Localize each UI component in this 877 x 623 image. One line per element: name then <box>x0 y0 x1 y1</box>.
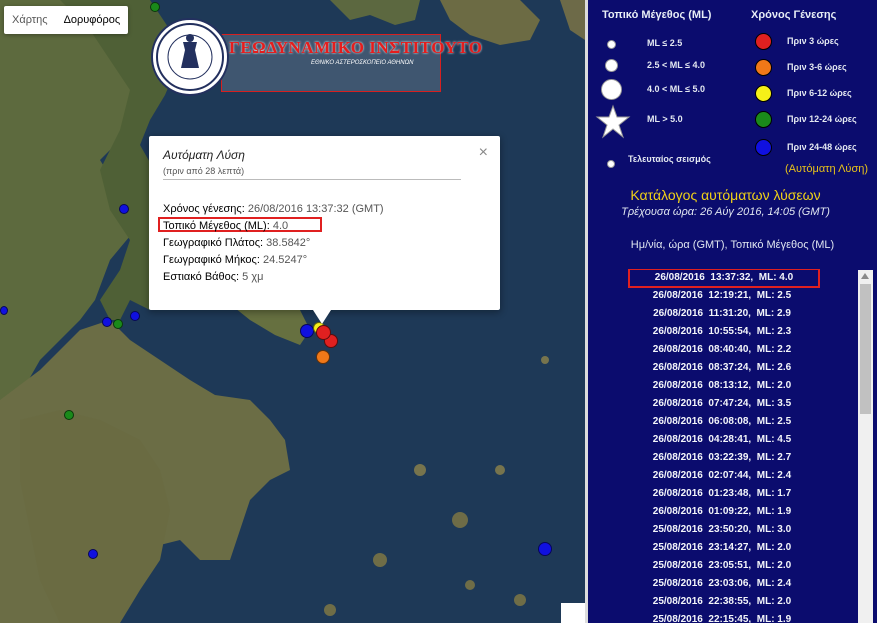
color-red-icon <box>755 33 772 50</box>
catalog-entry[interactable]: 26/08/2016 01:23:48, ML: 1.7 <box>588 485 856 503</box>
legend-time-label: Πριν 12-24 ώρες <box>787 114 857 124</box>
catalog-title: Κατάλογος αυτόματων λύσεων <box>630 187 821 203</box>
quake-marker[interactable] <box>119 204 129 214</box>
automatic-catalog: Κατάλογος αυτόματων λύσεων Τρέχουσα ώρα:… <box>588 182 877 623</box>
popup-row-magnitude: Τοπικό Μέγεθος (ML): 4.0 <box>163 220 289 232</box>
catalog-entry[interactable]: 26/08/2016 08:13:12, ML: 2.0 <box>588 377 856 395</box>
catalog-entry[interactable]: 26/08/2016 08:37:24, ML: 2.6 <box>588 359 856 377</box>
current-time: Τρέχουσα ώρα: 26 Αύγ 2016, 14:05 (GMT) <box>621 206 830 218</box>
map-type-satellite-button[interactable]: Δορυφόρος <box>56 6 129 34</box>
legend-size-title: Τοπικό Μέγεθος (ML) <box>602 9 712 21</box>
map-corner-control[interactable] <box>561 603 585 623</box>
popup-subtitle: (πριν από 28 λεπτά) <box>163 166 245 176</box>
observatory-seal-icon <box>151 18 229 96</box>
popup-row-longitude: Γεωγραφικό Μήκος: 24.5247° <box>163 254 308 266</box>
color-blue-icon <box>755 139 772 156</box>
quake-marker[interactable] <box>538 542 552 556</box>
latest-quake-icon <box>607 160 615 168</box>
catalog-entry[interactable]: 25/08/2016 23:50:20, ML: 3.0 <box>588 521 856 539</box>
legend-size-label: ML > 5.0 <box>647 114 683 124</box>
popup-divider <box>163 179 461 180</box>
popup-title: Αυτόματη Λύση <box>163 148 245 162</box>
automatic-solution-note: (Αυτόματη Λύση) <box>785 163 869 175</box>
catalog-entry[interactable]: 25/08/2016 22:38:55, ML: 2.0 <box>588 593 856 611</box>
color-orange-icon <box>755 59 772 76</box>
side-panel: Τοπικό Μέγεθος (ML) Χρόνος Γένεσης ML ≤ … <box>585 0 877 623</box>
catalog-entry[interactable]: 25/08/2016 23:05:51, ML: 2.0 <box>588 557 856 575</box>
quake-marker[interactable] <box>300 324 314 338</box>
legend-time-label: Πριν 24-48 ώρες <box>787 142 857 152</box>
legend-time-label: Πριν 6-12 ώρες <box>787 88 852 98</box>
popup-row-origin-time: Χρόνος γένεσης: 26/08/2016 13:37:32 (GMT… <box>163 203 384 215</box>
quake-marker[interactable] <box>113 319 123 329</box>
catalog-entry-selected[interactable]: 26/08/2016 13:37:32, ML: 4.0 <box>628 269 820 288</box>
catalog-entry[interactable]: 26/08/2016 12:19:21, ML: 2.5 <box>588 287 856 305</box>
logo-subtitle: ΕΘΝΙΚΟ ΑΣΤΕΡΟΣΚΟΠΕΙΟ ΑΘΗΝΩΝ <box>311 60 414 66</box>
catalog-entry[interactable]: 26/08/2016 04:28:41, ML: 4.5 <box>588 431 856 449</box>
map-view[interactable]: Χάρτης Δορυφόρος ΓΕΩΔΥΝΑΜΙΚΟ ΙΝΣΤΙΤΟΥΤΟ … <box>0 0 585 623</box>
scroll-up-icon[interactable] <box>861 273 869 279</box>
catalog-entry[interactable]: 26/08/2016 02:07:44, ML: 2.4 <box>588 467 856 485</box>
legend-size-label: 2.5 < ML ≤ 4.0 <box>647 60 706 70</box>
quake-marker[interactable] <box>130 311 140 321</box>
catalog-entry[interactable]: 25/08/2016 23:03:06, ML: 2.4 <box>588 575 856 593</box>
catalog-entry[interactable]: 26/08/2016 01:09:22, ML: 1.9 <box>588 503 856 521</box>
catalog-entry[interactable]: 25/08/2016 23:14:27, ML: 2.0 <box>588 539 856 557</box>
legend-time-label: Πριν 3-6 ώρες <box>787 62 847 72</box>
legend-size-label: Τελευταίος σεισμός <box>628 154 711 164</box>
color-green-icon <box>755 111 772 128</box>
earthquake-info-popup: × Αυτόματη Λύση (πριν από 28 λεπτά) Χρόν… <box>149 136 500 324</box>
star-icon <box>595 104 631 139</box>
quake-marker[interactable] <box>88 549 98 559</box>
quake-marker[interactable] <box>316 350 330 364</box>
quake-marker[interactable] <box>150 2 160 12</box>
quake-marker[interactable] <box>64 410 74 420</box>
popup-row-latitude: Γεωγραφικό Πλάτος: 38.5842° <box>163 237 311 249</box>
catalog-entry[interactable]: 26/08/2016 11:31:20, ML: 2.9 <box>588 305 856 323</box>
catalog-entry[interactable]: 26/08/2016 08:40:40, ML: 2.2 <box>588 341 856 359</box>
close-icon[interactable]: × <box>479 144 488 162</box>
catalog-entry[interactable]: 25/08/2016 22:15:45, ML: 1.9 <box>588 611 856 623</box>
logo-title: ΓΕΩΔΥΝΑΜΙΚΟ ΙΝΣΤΙΤΟΥΤΟ <box>229 38 483 57</box>
scrollbar-thumb[interactable] <box>860 284 871 414</box>
map-type-map-button[interactable]: Χάρτης <box>4 6 56 34</box>
legend: Τοπικό Μέγεθος (ML) Χρόνος Γένεσης ML ≤ … <box>588 0 877 182</box>
catalog-entry[interactable]: 26/08/2016 03:22:39, ML: 2.7 <box>588 449 856 467</box>
quake-marker[interactable] <box>0 306 8 315</box>
catalog-entry[interactable]: 26/08/2016 06:08:08, ML: 2.5 <box>588 413 856 431</box>
size-large-icon <box>601 79 622 100</box>
institute-logo: ΓΕΩΔΥΝΑΜΙΚΟ ΙΝΣΤΙΤΟΥΤΟ ΕΘΝΙΚΟ ΑΣΤΕΡΟΣΚΟΠ… <box>151 18 482 100</box>
popup-row-depth: Εστιακό Βάθος: 5 χμ <box>163 271 264 283</box>
catalog-entry[interactable]: 26/08/2016 07:47:24, ML: 3.5 <box>588 395 856 413</box>
catalog-header: Ημ/νία, ώρα (GMT), Τοπικό Μέγεθος (ML) <box>630 239 835 251</box>
size-small-icon <box>607 40 616 49</box>
catalog-list[interactable]: 26/08/2016 13:37:32, ML: 4.0 26/08/2016 1… <box>588 269 856 623</box>
catalog-entry[interactable]: 26/08/2016 10:55:54, ML: 2.3 <box>588 323 856 341</box>
legend-time-label: Πριν 3 ώρες <box>787 36 839 46</box>
legend-size-label: 4.0 < ML ≤ 5.0 <box>647 84 706 94</box>
color-yellow-icon <box>755 85 772 102</box>
legend-time-title: Χρόνος Γένεσης <box>751 9 837 21</box>
catalog-scrollbar[interactable] <box>858 270 873 623</box>
quake-marker[interactable] <box>102 317 112 327</box>
map-type-control: Χάρτης Δορυφόρος <box>4 6 129 34</box>
legend-size-label: ML ≤ 2.5 <box>647 38 683 48</box>
size-medium-icon <box>605 59 618 72</box>
quake-marker-latest[interactable] <box>316 325 331 340</box>
